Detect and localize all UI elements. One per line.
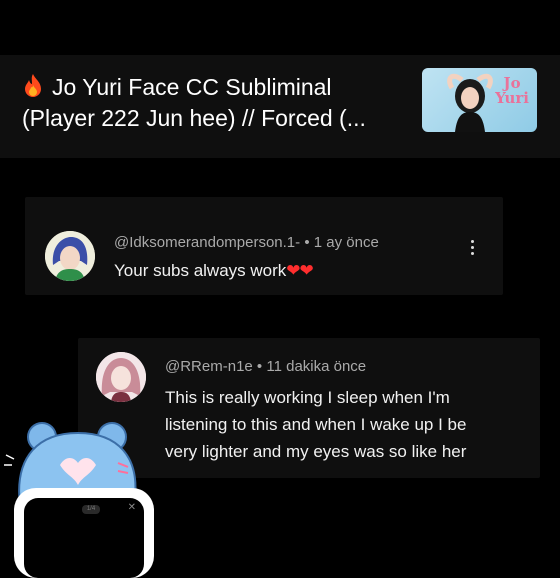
- avatar[interactable]: [96, 352, 146, 402]
- more-vert-icon[interactable]: [467, 237, 477, 257]
- comment-author[interactable]: @Idksomerandomperson.1-: [114, 234, 300, 251]
- comment-meta: @RRem-n1e • 11 dakika önce: [165, 358, 367, 375]
- comment-card: @Idksomerandomperson.1- • 1 ay önce Your…: [25, 197, 503, 295]
- comment-time: 11 dakika önce: [266, 358, 367, 375]
- heart-emoji: ❤❤: [286, 261, 313, 280]
- phone-overlay: 1/4 ✕: [14, 488, 154, 578]
- video-title[interactable]: Jo Yuri Face CC Subliminal (Player 222 J…: [22, 72, 412, 134]
- video-thumbnail[interactable]: Jo Yuri: [422, 68, 537, 132]
- comment-time: 1 ay önce: [313, 234, 379, 251]
- fire-icon: [25, 74, 41, 97]
- thumbnail-logo: Jo Yuri: [495, 74, 529, 107]
- phone-screen: 1/4 ✕: [24, 498, 144, 578]
- close-icon[interactable]: ✕: [128, 502, 136, 513]
- comment-text: This is really working I sleep when I'm …: [165, 388, 467, 461]
- avatar[interactable]: [45, 231, 95, 281]
- avatar-image: [96, 352, 146, 402]
- comment-meta: @Idksomerandomperson.1- • 1 ay önce: [114, 234, 379, 251]
- page-badge: 1/4: [82, 505, 100, 514]
- comment-author[interactable]: @RRem-n1e: [165, 358, 253, 375]
- title-line-1: Jo Yuri Face CC Subliminal: [52, 74, 332, 100]
- title-line-2: (Player 222 Jun hee) // Forced (...: [22, 105, 366, 131]
- video-header[interactable]: Jo Yuri Face CC Subliminal (Player 222 J…: [0, 55, 560, 158]
- comment-text: Your subs always work❤❤: [114, 261, 314, 280]
- avatar-image: [45, 231, 95, 281]
